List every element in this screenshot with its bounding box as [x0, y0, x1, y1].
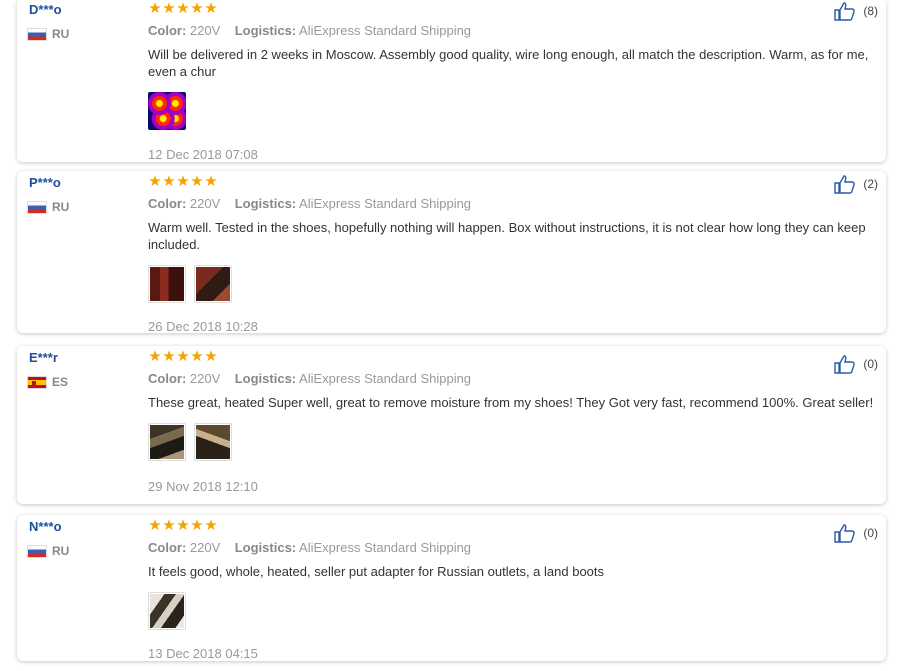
star-rating: ★ ★ ★ ★ ★ [148, 1, 218, 17]
reviewer-name[interactable]: E***r [29, 350, 58, 365]
star-icon: ★ [190, 517, 204, 534]
star-icon: ★ [162, 173, 176, 190]
star-icon: ★ [148, 173, 162, 190]
review-photo[interactable] [148, 592, 186, 630]
like-button[interactable]: (8) [834, 1, 878, 21]
review-card: P***o RU ★ ★ ★ ★ ★ Color: 220V Logistics: Al… [17, 171, 886, 334]
reviewer-country: RU [27, 544, 69, 558]
review-text: Will be delivered in 2 weeks in Moscow. … [148, 47, 869, 79]
logistics-value: AliExpress Standard Shipping [299, 196, 472, 211]
review-photo[interactable] [148, 92, 186, 130]
color-value: 220V [189, 371, 221, 386]
thumbs-up-icon [834, 2, 856, 21]
star-icon: ★ [176, 173, 190, 190]
star-icon: ★ [176, 348, 190, 365]
star-icon: ★ [190, 348, 204, 365]
reviewer-country: RU [27, 27, 69, 41]
reviewer-name[interactable]: D***o [29, 2, 62, 17]
review-date: 13 Dec 2018 04:15 [148, 646, 258, 661]
like-button[interactable]: (0) [834, 523, 878, 543]
review-text: Warm well. Tested in the shoes, hopefull… [148, 220, 866, 252]
thumbs-up-icon [834, 524, 856, 543]
order-info: Color: 220V Logistics: AliExpress Standa… [148, 540, 471, 555]
star-icon: ★ [190, 0, 204, 17]
star-icon: ★ [204, 348, 218, 365]
review-card: E***r ES ★ ★ ★ ★ ★ Color: 220V Logistics: Al… [17, 346, 886, 504]
russia-flag-icon [27, 27, 47, 41]
thumbs-up-icon [834, 355, 856, 374]
review-photo[interactable] [148, 423, 186, 461]
review-text: These great, heated Super well, great to… [148, 395, 874, 410]
spain-flag-icon [27, 375, 47, 389]
color-label: Color: [148, 371, 187, 386]
review-text: It feels good, whole, heated, seller put… [148, 564, 605, 579]
color-value: 220V [189, 196, 221, 211]
like-button[interactable]: (0) [834, 354, 878, 374]
star-icon: ★ [162, 0, 176, 17]
like-count: (8) [863, 4, 878, 18]
reviewer-country: ES [27, 375, 68, 389]
order-info: Color: 220V Logistics: AliExpress Standa… [148, 371, 471, 386]
review-photo[interactable] [194, 423, 232, 461]
country-code: RU [52, 200, 70, 214]
review-date: 26 Dec 2018 10:28 [148, 319, 258, 334]
star-icon: ★ [148, 348, 162, 365]
star-icon: ★ [176, 517, 190, 534]
color-label: Color: [148, 23, 187, 38]
like-count: (2) [863, 177, 878, 191]
review-photos [148, 92, 194, 130]
review-date: 29 Nov 2018 12:10 [148, 479, 258, 494]
star-rating: ★ ★ ★ ★ ★ [148, 518, 218, 534]
review-photo[interactable] [148, 265, 186, 303]
logistics-value: AliExpress Standard Shipping [299, 23, 472, 38]
star-icon: ★ [204, 517, 218, 534]
country-code: RU [52, 27, 70, 41]
review-photos [148, 423, 240, 461]
review-card: N***o RU ★ ★ ★ ★ ★ Color: 220V Logistics: Al… [17, 515, 886, 661]
color-label: Color: [148, 540, 187, 555]
star-icon: ★ [162, 517, 176, 534]
color-label: Color: [148, 196, 187, 211]
review-photos [148, 592, 194, 630]
russia-flag-icon [27, 544, 47, 558]
logistics-value: AliExpress Standard Shipping [299, 371, 472, 386]
logistics-label: Logistics: [234, 371, 297, 386]
logistics-label: Logistics: [234, 540, 297, 555]
star-rating: ★ ★ ★ ★ ★ [148, 349, 218, 365]
country-code: ES [52, 375, 69, 389]
color-value: 220V [189, 23, 221, 38]
review-card: D***o RU ★ ★ ★ ★ ★ Color: 220V Logistics: Al… [17, 0, 886, 162]
review-date: 12 Dec 2018 07:08 [148, 147, 258, 162]
logistics-value: AliExpress Standard Shipping [299, 540, 472, 555]
star-rating: ★ ★ ★ ★ ★ [148, 174, 218, 190]
logistics-label: Logistics: [234, 23, 297, 38]
star-icon: ★ [190, 173, 204, 190]
like-count: (0) [863, 526, 878, 540]
star-icon: ★ [148, 0, 162, 17]
like-button[interactable]: (2) [834, 174, 878, 194]
reviewer-name[interactable]: P***o [29, 175, 61, 190]
thumbs-up-icon [834, 175, 856, 194]
logistics-label: Logistics: [234, 196, 297, 211]
star-icon: ★ [204, 173, 218, 190]
review-photo[interactable] [194, 265, 232, 303]
star-icon: ★ [148, 517, 162, 534]
order-info: Color: 220V Logistics: AliExpress Standa… [148, 23, 471, 38]
order-info: Color: 220V Logistics: AliExpress Standa… [148, 196, 471, 211]
review-photos [148, 265, 240, 303]
star-icon: ★ [204, 0, 218, 17]
reviewer-country: RU [27, 200, 69, 214]
reviewer-name[interactable]: N***o [29, 519, 62, 534]
star-icon: ★ [162, 348, 176, 365]
star-icon: ★ [176, 0, 190, 17]
like-count: (0) [863, 357, 878, 371]
russia-flag-icon [27, 200, 47, 214]
color-value: 220V [189, 540, 221, 555]
country-code: RU [52, 544, 70, 558]
